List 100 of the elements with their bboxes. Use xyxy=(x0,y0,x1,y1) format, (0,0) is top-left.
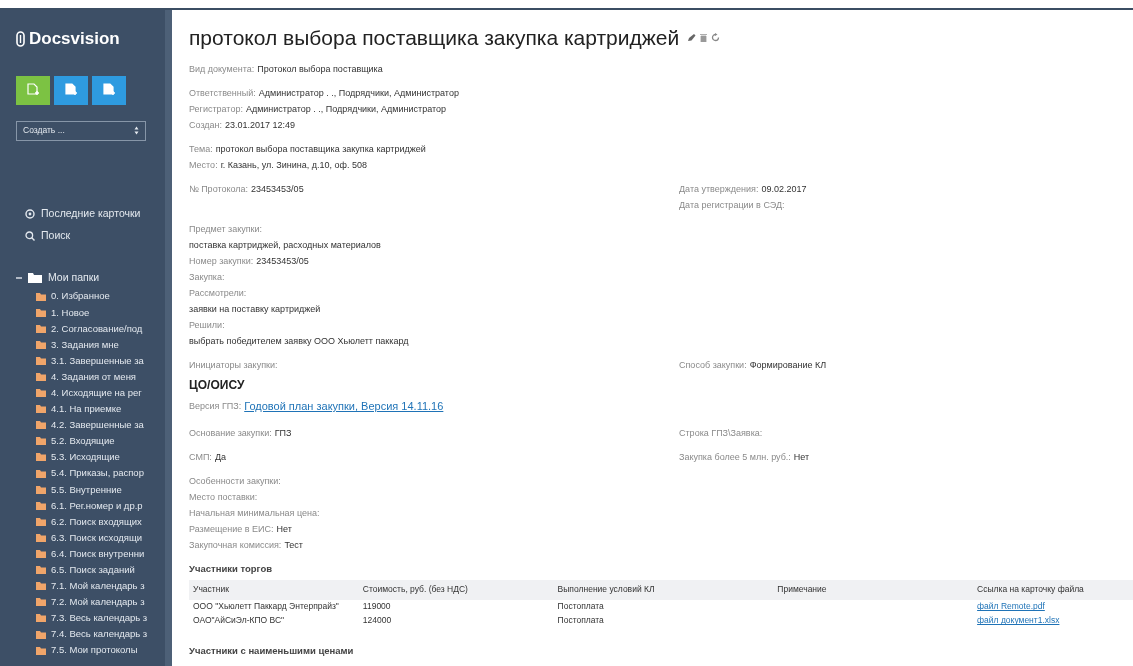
tree-item[interactable]: 4.2. Завершенные за xyxy=(16,417,165,434)
tree-item[interactable]: 0. Избранное xyxy=(16,288,165,305)
column-header: Примечание xyxy=(773,579,974,600)
section-title: Участники торгов xyxy=(189,561,274,576)
field-label: Место: xyxy=(189,158,218,172)
tree-item[interactable]: 5.3. Исходящие xyxy=(16,449,165,466)
document-title: протокол выбора поставщика закупка картриджей xyxy=(189,25,680,51)
field-label: Особенности закупки: xyxy=(189,474,281,488)
pencil-icon xyxy=(687,33,697,43)
tree-item[interactable]: 6.2. Поиск входящих xyxy=(16,513,165,530)
field-label: Размещение в ЕИС: xyxy=(189,522,274,536)
field-label: Место поставки: xyxy=(189,490,258,504)
file-link[interactable]: файл Remote.pdf xyxy=(977,601,1045,612)
field-value: протокол выбора поставщика закупка картриджей xyxy=(215,142,426,156)
field-value: Формирование КЛ xyxy=(749,358,827,372)
field-label: № Протокола: xyxy=(189,182,249,196)
field-value: 23453453/05 xyxy=(251,182,304,196)
field-value: Нет xyxy=(793,450,810,464)
field-value: Да xyxy=(214,450,226,464)
create-dropdown[interactable]: Создать ... xyxy=(16,120,146,141)
field-label: Начальная минимальная цена: xyxy=(189,506,320,520)
section-title: Участники с наименьшими ценами xyxy=(189,643,355,658)
field-label: Способ закупки: xyxy=(679,358,747,372)
field-label: Регистратор: xyxy=(189,102,243,116)
tree-node[interactable]: Мои папки xyxy=(16,266,165,289)
column-header: Ссылка на карточку файла xyxy=(973,579,1133,600)
tree-item[interactable]: 1. Новое xyxy=(16,304,165,321)
tree-item[interactable]: 7.2. Мой календарь з xyxy=(16,594,165,611)
column-header: Стоимость, руб. (без НДС) xyxy=(358,579,554,600)
column-header: Участник xyxy=(189,579,359,600)
field-value: г. Казань, ул. Зинина, д.10, оф. 508 xyxy=(220,158,367,172)
field-label: Инициаторы закупки: xyxy=(189,358,278,372)
field-value: Администратор . ., Подрядчики, Администратор xyxy=(258,86,459,100)
field-value: заявки на поставку картриджей xyxy=(189,302,321,316)
field-label: Вид документа: xyxy=(189,62,255,76)
table-cell: 119000 xyxy=(362,601,391,612)
field-label: Решили: xyxy=(189,318,225,332)
tree-item[interactable]: 7.4. Весь календарь з xyxy=(16,626,165,643)
field-label: Тема: xyxy=(189,142,213,156)
tree-label: Мои папки xyxy=(48,269,100,285)
field-label: Дата утверждения: xyxy=(679,182,759,196)
document-plus-icon xyxy=(27,82,39,98)
field-label: Дата регистрации в СЭД: xyxy=(679,198,785,212)
tree-item[interactable]: 4. Задания от меня xyxy=(16,368,165,386)
field-label: Строка ГПЗ\Заявка: xyxy=(679,426,763,440)
tree-item[interactable]: 2. Согласование/под xyxy=(16,320,165,337)
field-value: ЦО/ОИСУ xyxy=(189,376,245,394)
tree-item[interactable]: 4.1. На приемке xyxy=(16,401,165,418)
tree-item[interactable]: 7.1. Мой календарь з xyxy=(16,578,165,595)
tree-item[interactable]: 6.5. Поиск заданий xyxy=(16,562,165,579)
clock-icon xyxy=(25,208,35,219)
file-link[interactable]: файл документ1.xlsx xyxy=(977,615,1060,626)
field-label: Версия ГПЗ: xyxy=(189,399,242,413)
tree-item[interactable]: 5.4. Приказы, распор xyxy=(16,465,165,482)
field-value: 23.01.2017 12:49 xyxy=(225,118,296,132)
table-cell: Постоплата xyxy=(557,601,604,612)
create-button[interactable] xyxy=(16,75,50,105)
document-link[interactable]: Годовой план закупки, Версия 14.11.16 xyxy=(244,398,444,415)
field-value: 23453453/05 xyxy=(256,254,309,268)
field-label: Предмет закупки: xyxy=(189,222,263,236)
document-plus-icon xyxy=(65,82,77,98)
field-label: Закупка: xyxy=(189,270,225,284)
field-value: Тест xyxy=(284,538,303,552)
field-label: Закупочная комиссия: xyxy=(189,538,282,552)
table-cell: Постоплата xyxy=(557,615,604,626)
dropdown-value: Создать ... xyxy=(23,124,65,137)
field-value: Протокол выбора поставщика xyxy=(257,62,383,76)
field-label: СМП: xyxy=(189,450,212,464)
field-label: Закупка более 5 млн. руб.: xyxy=(679,450,791,464)
field-label: Создан: xyxy=(189,118,223,132)
tree-item[interactable]: 3. Задания мне xyxy=(16,336,165,353)
table-cell: ОАО"АйСиЭл-КПО ВС" xyxy=(193,615,285,626)
tree-item[interactable]: 6.3. Поиск исходящи xyxy=(16,529,165,546)
field-label: Ответственный: xyxy=(189,86,256,100)
tree-item[interactable]: 5.5. Внутренние xyxy=(16,481,165,498)
document-plus-icon xyxy=(103,82,115,98)
field-label: Рассмотрели: xyxy=(189,286,247,300)
logo-icon xyxy=(16,30,25,47)
field-value: 09.02.2017 xyxy=(761,182,807,196)
tree-item[interactable]: 5.2. Входящие xyxy=(16,433,165,450)
tree-item[interactable]: 7.3. Весь календарь з xyxy=(16,610,165,627)
tree-item[interactable]: 6.1. Рег.номер и др.р xyxy=(16,497,165,514)
field-value: Администратор . ., Подрядчики, Администратор xyxy=(245,102,446,116)
create-button[interactable] xyxy=(54,75,88,105)
field-label: Номер закупки: xyxy=(189,254,254,268)
tree-item[interactable]: 4. Исходящие на рег xyxy=(16,385,165,402)
tree-item[interactable]: 3.1. Завершенные за xyxy=(16,352,165,369)
tree-item[interactable]: 6.4. Поиск внутренни xyxy=(16,546,165,563)
trash-icon xyxy=(700,33,708,43)
refresh-icon xyxy=(711,33,721,43)
field-value: поставка картриджей, расходных материалов xyxy=(189,238,381,252)
field-value: Нет xyxy=(276,522,292,536)
tree-item[interactable]: 7.5. Мои протоколы xyxy=(16,642,165,659)
nav-link[interactable]: Последние карточки xyxy=(16,202,165,225)
logo: Docsvision xyxy=(29,28,120,50)
nav-link[interactable]: Поиск xyxy=(16,224,165,247)
field-label: Основание закупки: xyxy=(189,426,272,440)
updown-caret-icon xyxy=(134,126,139,135)
create-button[interactable] xyxy=(92,75,126,105)
field-value: выбрать победителем заявку ООО Хьюлетт паккард xyxy=(189,334,409,348)
